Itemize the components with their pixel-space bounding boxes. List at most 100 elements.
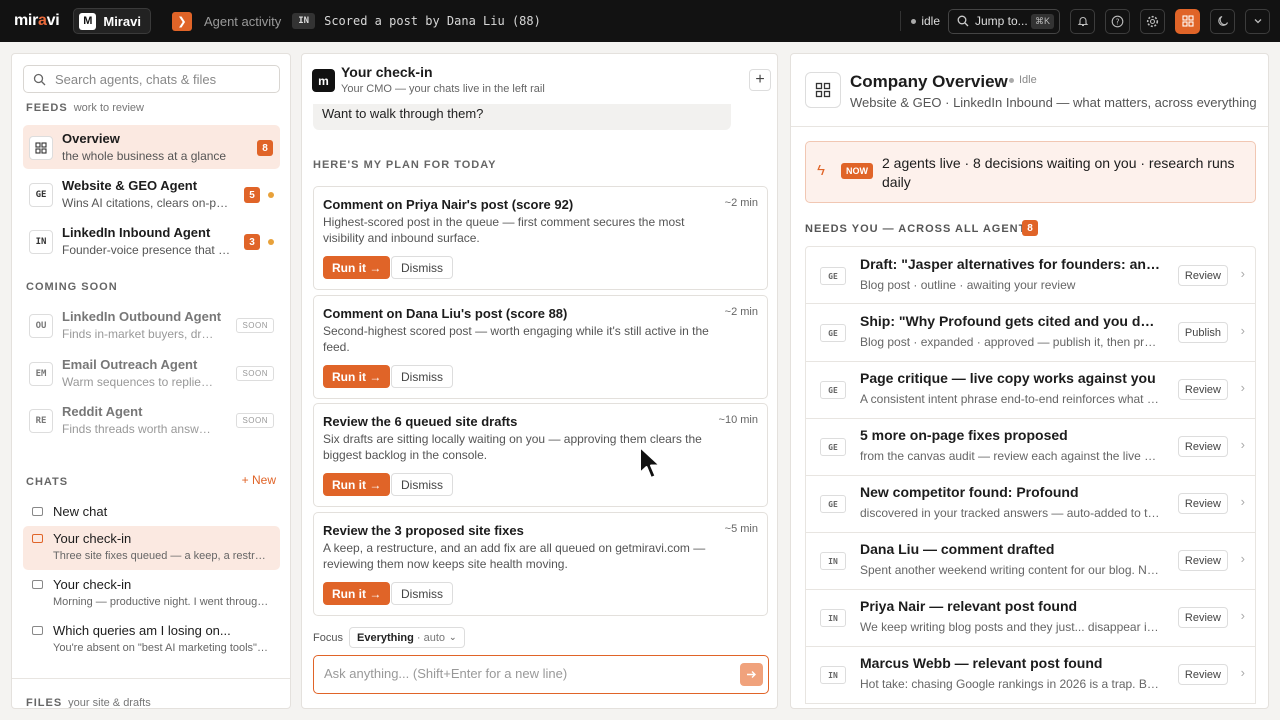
files-subtitle: your site & drafts <box>68 697 151 709</box>
agent-avatar: EM <box>29 362 53 386</box>
files-label: FILES <box>26 697 63 709</box>
send-button[interactable] <box>740 663 763 686</box>
feed-item-overview[interactable]: Overview the whole business at a glance … <box>23 125 280 169</box>
search-input[interactable]: Search agents, chats & files <box>23 65 280 93</box>
feed-item-linkedin-inbound[interactable]: IN LinkedIn Inbound Agent Founder-voice … <box>23 219 280 263</box>
soon-item-linkedin-outbound[interactable]: OU LinkedIn Outbound Agent Finds in-mark… <box>23 303 280 347</box>
logo-text-end: vi <box>46 12 60 29</box>
needs-item[interactable]: GE Page critique — live copy works again… <box>805 361 1256 419</box>
activity-chevron-icon[interactable]: ❯ <box>171 11 192 31</box>
settings-button[interactable] <box>1140 8 1165 34</box>
soon-item-reddit[interactable]: RE Reddit Agent Finds threads worth answ… <box>23 398 280 442</box>
checkin-chat-panel: m Your check-in Your CMO — your chats li… <box>301 53 778 709</box>
review-button[interactable]: Review <box>1177 265 1228 286</box>
feeds-subtitle: work to review <box>73 102 144 114</box>
task-time: ~2 min <box>724 306 758 318</box>
agent-avatar: IN <box>820 552 846 570</box>
needs-item[interactable]: GE New competitor found: Profound discov… <box>805 475 1256 533</box>
needs-count-badge: 8 <box>1022 220 1038 236</box>
dismiss-button[interactable]: Dismiss <box>391 365 453 388</box>
chat-snippet: You're absent on "best AI marketing tool… <box>53 642 271 654</box>
notifications-button[interactable] <box>1070 8 1095 34</box>
chat-subtitle: Your CMO — your chats live in the left r… <box>341 83 545 95</box>
plan-task-card: Review the 3 proposed site fixes ~5 min … <box>313 512 768 616</box>
needs-item-subtitle: We keep writing blog posts and they just… <box>860 620 1160 634</box>
focus-mode: · auto <box>416 631 445 644</box>
agent-avatar: RE <box>29 409 53 433</box>
account-menu-button[interactable] <box>1245 8 1270 34</box>
coming-soon-heading: COMING SOON <box>26 281 118 293</box>
publish-button[interactable]: Publish <box>1177 322 1228 343</box>
jump-to-button[interactable]: Jump to... ⌘K <box>948 8 1060 34</box>
top-bar: miravi M Miravi ❯ Agent activity IN Scor… <box>0 0 1280 42</box>
run-it-button[interactable]: Run it → <box>323 582 391 605</box>
chat-item[interactable]: Which queries am I losing on... You're a… <box>23 618 280 662</box>
gear-icon <box>1146 15 1159 27</box>
needs-item[interactable]: IN Dana Liu — comment drafted Spent anot… <box>805 532 1256 590</box>
grid-icon <box>1181 15 1194 27</box>
needs-item-title: Ship: "Why Profound gets cited and you d… <box>860 313 1160 329</box>
logo[interactable]: miravi <box>14 12 60 30</box>
chat-title: Your check-in <box>341 64 433 80</box>
overview-grid-icon <box>805 72 841 108</box>
run-it-button[interactable]: Run it → <box>323 365 391 388</box>
chevron-right-icon: › <box>1240 380 1245 395</box>
feed-description: Wins AI citations, clears on-page issues <box>62 196 232 210</box>
chat-bubble-icon <box>32 626 43 635</box>
needs-item-title: New competitor found: Profound <box>860 484 1079 500</box>
focus-value: Everything <box>357 631 414 644</box>
chats-heading: CHATS <box>26 476 69 488</box>
chat-bubble-icon <box>32 580 43 589</box>
message-input[interactable]: Ask anything... (Shift+Enter for a new l… <box>313 655 769 694</box>
activity-text[interactable]: Scored a post by Dana Liu (88) <box>324 14 541 28</box>
dismiss-button[interactable]: Dismiss <box>391 256 453 279</box>
cmo-avatar: m <box>312 69 335 92</box>
left-rail: Search agents, chats & files FEEDS work t… <box>11 53 291 709</box>
workspace-switcher[interactable]: M Miravi <box>73 8 151 34</box>
review-button[interactable]: Review <box>1177 436 1228 457</box>
needs-item[interactable]: GE 5 more on-page fixes proposed from th… <box>805 418 1256 476</box>
focus-select[interactable]: Everything · auto ⌄ <box>349 627 465 648</box>
overview-status: Idle <box>1009 74 1037 86</box>
theme-toggle-button[interactable] <box>1210 8 1235 34</box>
chat-item-active[interactable]: Your check-in Three site fixes queued — … <box>23 526 280 570</box>
search-icon <box>33 73 46 85</box>
run-it-button[interactable]: Run it → <box>323 473 391 496</box>
chat-item[interactable]: New chat <box>23 499 280 523</box>
new-chat-plus-button[interactable]: + <box>749 69 771 91</box>
new-chat-button[interactable]: + New <box>242 473 276 487</box>
dismiss-button[interactable]: Dismiss <box>391 473 453 496</box>
needs-item-subtitle: A consistent intent phrase end-to-end re… <box>860 392 1160 406</box>
soon-item-email-outreach[interactable]: EM Email Outreach Agent Warm sequences t… <box>23 351 280 395</box>
run-it-button[interactable]: Run it → <box>323 256 391 279</box>
chat-item[interactable]: Your check-in Morning — productive night… <box>23 572 280 616</box>
needs-item[interactable]: GE Draft: "Jasper alternatives for found… <box>805 246 1256 304</box>
needs-item-title: Page critique — live copy works against … <box>860 370 1156 386</box>
feed-item-website-geo[interactable]: GE Website & GEO Agent Wins AI citations… <box>23 172 280 216</box>
apps-grid-button[interactable] <box>1175 8 1200 34</box>
needs-item[interactable]: IN Marcus Webb — relevant post found Hot… <box>805 646 1256 704</box>
review-button[interactable]: Review <box>1177 664 1228 685</box>
jump-to-label: Jump to... <box>975 14 1028 28</box>
soon-badge: SOON <box>236 318 274 333</box>
review-button[interactable]: Review <box>1177 379 1228 400</box>
help-button[interactable]: ? <box>1105 8 1130 34</box>
needs-item-subtitle: from the canvas audit — review each agai… <box>860 449 1160 463</box>
agent-avatar: GE <box>820 438 846 456</box>
chat-title: New chat <box>53 504 108 519</box>
review-button[interactable]: Review <box>1177 607 1228 628</box>
review-button[interactable]: Review <box>1177 550 1228 571</box>
needs-item[interactable]: IN Priya Nair — relevant post found We k… <box>805 589 1256 647</box>
needs-item[interactable]: GE Ship: "Why Profound gets cited and yo… <box>805 304 1256 362</box>
dismiss-button[interactable]: Dismiss <box>391 582 453 605</box>
chevron-right-icon: › <box>1240 551 1245 566</box>
svg-text:?: ? <box>1115 17 1119 26</box>
agent-description: Finds threads worth answering <box>62 422 217 436</box>
review-button[interactable]: Review <box>1177 493 1228 514</box>
task-description: A keep, a restructure, and an add fix ar… <box>323 541 706 571</box>
activity-label: Agent activity <box>203 13 282 29</box>
plan-task-card: Comment on Dana Liu's post (score 88) ~2… <box>313 295 768 399</box>
chat-title: Which queries am I losing on... <box>53 623 231 638</box>
needs-you-heading: NEEDS YOU — ACROSS ALL AGENTS <box>805 223 1035 235</box>
feeds-heading: FEEDS work to review <box>26 102 144 114</box>
